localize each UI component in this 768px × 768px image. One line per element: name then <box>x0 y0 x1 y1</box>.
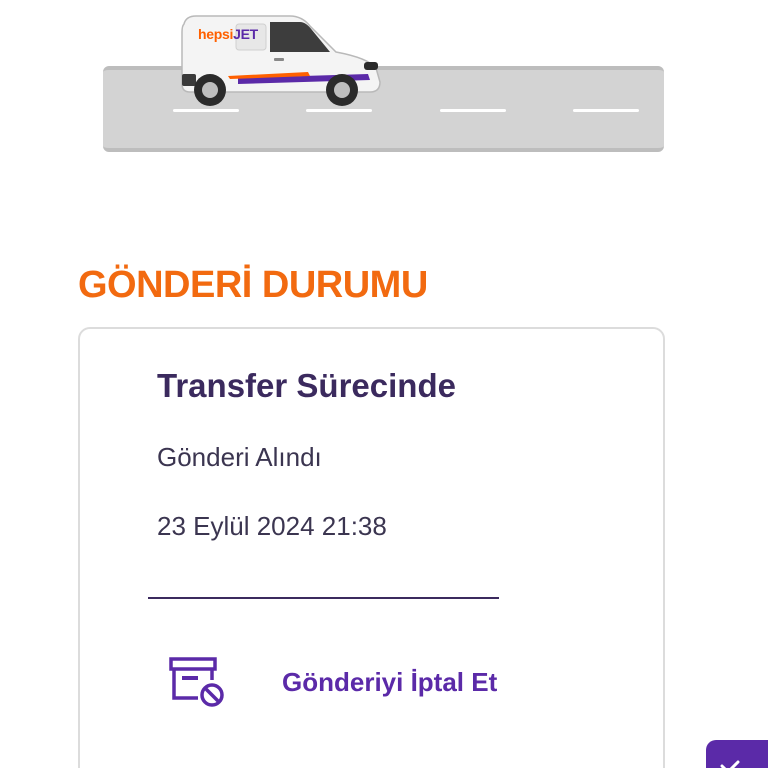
lane-marking <box>173 109 239 112</box>
delivery-illustration: hepsiJET <box>0 0 768 170</box>
divider <box>148 597 499 599</box>
brand-logo: hepsiJET <box>198 26 258 42</box>
brand-logo-part2: JET <box>233 26 258 42</box>
cancel-shipment-button[interactable]: Gönderiyi İptal Et <box>168 654 588 710</box>
lane-marking <box>440 109 506 112</box>
status-title: Transfer Sürecinde <box>157 367 456 404</box>
status-card: Transfer Sürecinde Gönderi Alındı 23 Eyl… <box>78 327 665 768</box>
chevron-icon <box>720 760 740 768</box>
status-subtitle: Gönderi Alındı <box>157 442 322 472</box>
brand-logo-part1: hepsi <box>198 26 234 42</box>
package-cancel-icon <box>169 657 224 707</box>
delivery-van-image: hepsiJET <box>178 12 384 106</box>
shipment-status-page: hepsiJET GÖNDERİ DURUMU Transfer Sürecin… <box>0 0 768 768</box>
cancel-shipment-label: Gönderiyi İptal Et <box>282 666 498 697</box>
floating-action-button[interactable] <box>706 740 768 768</box>
lane-marking <box>306 109 372 112</box>
section-title: GÖNDERİ DURUMU <box>78 264 428 306</box>
lane-marking <box>573 109 639 112</box>
status-datetime: 23 Eylül 2024 21:38 <box>157 511 387 541</box>
